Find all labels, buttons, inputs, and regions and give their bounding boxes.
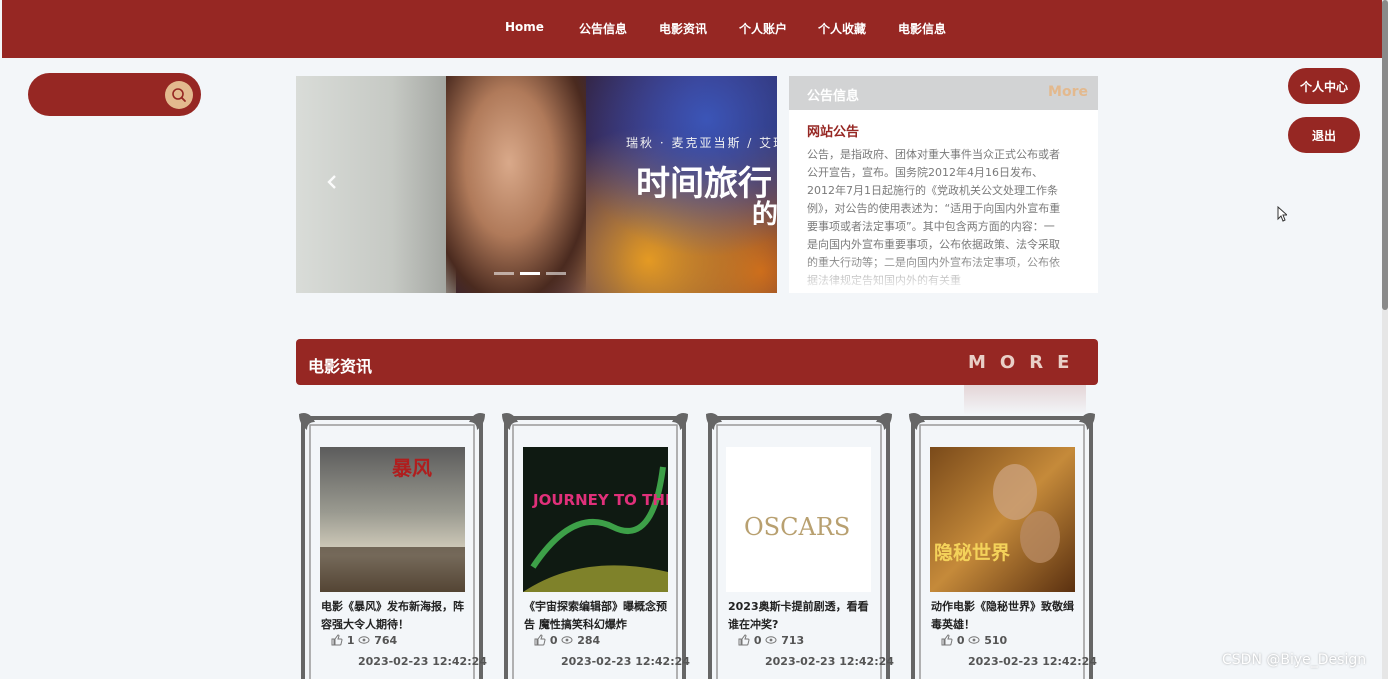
view-count: 764 [374,634,398,647]
thumbs-up-icon[interactable] [941,634,953,646]
card-date: 2023-02-23 12:42:24 [765,655,894,668]
carousel-prev-button[interactable] [326,174,338,195]
eye-icon [765,636,777,644]
card-date: 2023-02-23 12:42:24 [561,655,690,668]
nav-notices[interactable]: 公告信息 [579,20,627,37]
svg-text:OSCARS: OSCARS [744,513,850,541]
thumbs-up-icon[interactable] [738,634,750,646]
user-center-button[interactable]: 个人中心 [1288,68,1360,104]
card-poster: 暴风 [320,447,465,592]
carousel-indicators [494,272,574,276]
card-stats: 0 284 [534,634,600,647]
carousel-dot-2[interactable] [520,272,540,275]
banner-subtitle: 瑞秋 · 麦克亚当斯 / 艾瑞 [626,136,777,150]
card-poster: OSCARS [726,447,871,592]
news-card[interactable]: JOURNEY TO THE WEST 《宇宙探索编辑部》曝概念预告 魔性搞笑科… [500,410,690,679]
news-card[interactable]: 暴风 电影《暴风》发布新海报，阵容强大令人期待！ 1 764 2023-02-2… [297,410,487,679]
banner-image-left [296,76,456,293]
card-stats: 0 713 [738,634,804,647]
carousel-dot-3[interactable] [546,272,566,275]
banner-title-line2: 的 [752,200,777,230]
nav-account[interactable]: 个人账户 [739,20,787,37]
page-scrollbar[interactable] [1382,0,1388,679]
notice-more-link[interactable]: More [1048,84,1088,100]
eye-icon [968,636,980,644]
search-button[interactable] [165,81,193,109]
watermark: CSDN @Biye_Design [1222,652,1367,668]
card-date: 2023-02-23 12:42:24 [358,655,487,668]
svg-text:暴风: 暴风 [392,456,432,480]
search-input[interactable] [42,83,182,105]
movie-news-header: 电影资讯 MORE [296,339,1098,385]
like-count: 1 [346,634,355,647]
banner-figure [446,76,586,293]
search-icon [172,88,186,102]
news-card[interactable]: OSCARS 2023奥斯卡提前剧透，看看谁在冲奖? 0 713 2023-02… [704,410,894,679]
card-stats: 1 764 [331,634,397,647]
svg-text:JOURNEY TO THE WEST: JOURNEY TO THE WEST [532,491,668,509]
thumbs-up-icon[interactable] [534,634,546,646]
banner-carousel[interactable]: 瑞秋 · 麦克亚当斯 / 艾瑞 时间旅行 的 [296,76,777,293]
scrollbar-thumb[interactable] [1382,0,1388,310]
svg-text:隐秘世界: 隐秘世界 [934,541,1010,564]
card-poster: 隐秘世界 [930,447,1075,592]
card-title[interactable]: 动作电影《隐秘世界》致敬缉毒英雄！ [931,598,1081,634]
notice-header-title: 公告信息 [807,89,860,104]
view-count: 284 [577,634,601,647]
eye-icon [561,636,573,644]
card-title[interactable]: 2023奥斯卡提前剧透，看看谁在冲奖? [728,598,878,634]
like-count: 0 [753,634,762,647]
thumbs-up-icon[interactable] [331,634,343,646]
like-count: 0 [956,634,965,647]
notice-panel: 公告信息 More 网站公告 公告，是指政府、团体对重大事件当众正式公布或者公开… [789,76,1098,293]
section-more-link[interactable]: MORE [968,352,1083,373]
card-title[interactable]: 电影《暴风》发布新海报，阵容强大令人期待！ [321,598,471,634]
eye-icon [358,636,370,644]
view-count: 510 [984,634,1008,647]
nav-movies[interactable]: 电影信息 [898,20,946,37]
card-date: 2023-02-23 12:42:24 [968,655,1097,668]
nav-movie-news[interactable]: 电影资讯 [659,20,707,37]
card-title[interactable]: 《宇宙探索编辑部》曝概念预告 魔性搞笑科幻爆炸 [524,598,674,634]
news-card[interactable]: 隐秘世界 动作电影《隐秘世界》致敬缉毒英雄！ 0 510 2023-02-23 … [907,410,1097,679]
logout-button[interactable]: 退出 [1288,117,1360,153]
like-count: 0 [549,634,558,647]
notice-header: 公告信息 More [789,76,1098,110]
view-count: 713 [781,634,805,647]
nav-favorites[interactable]: 个人收藏 [818,20,866,37]
card-stats: 0 510 [941,634,1007,647]
search-box [28,73,201,116]
nav-home[interactable]: Home [505,20,544,34]
section-title: 电影资讯 [308,357,373,376]
notice-title[interactable]: 网站公告 [807,121,859,140]
mouse-cursor-icon [1277,206,1287,222]
main-nav: Home 公告信息 电影资讯 个人账户 个人收藏 电影信息 [2,20,1382,40]
top-navbar: Home 公告信息 电影资讯 个人账户 个人收藏 电影信息 [2,0,1382,58]
notice-fade [789,256,1098,293]
chevron-left-icon [327,175,336,189]
card-poster: JOURNEY TO THE WEST [523,447,668,592]
carousel-dot-1[interactable] [494,272,514,275]
